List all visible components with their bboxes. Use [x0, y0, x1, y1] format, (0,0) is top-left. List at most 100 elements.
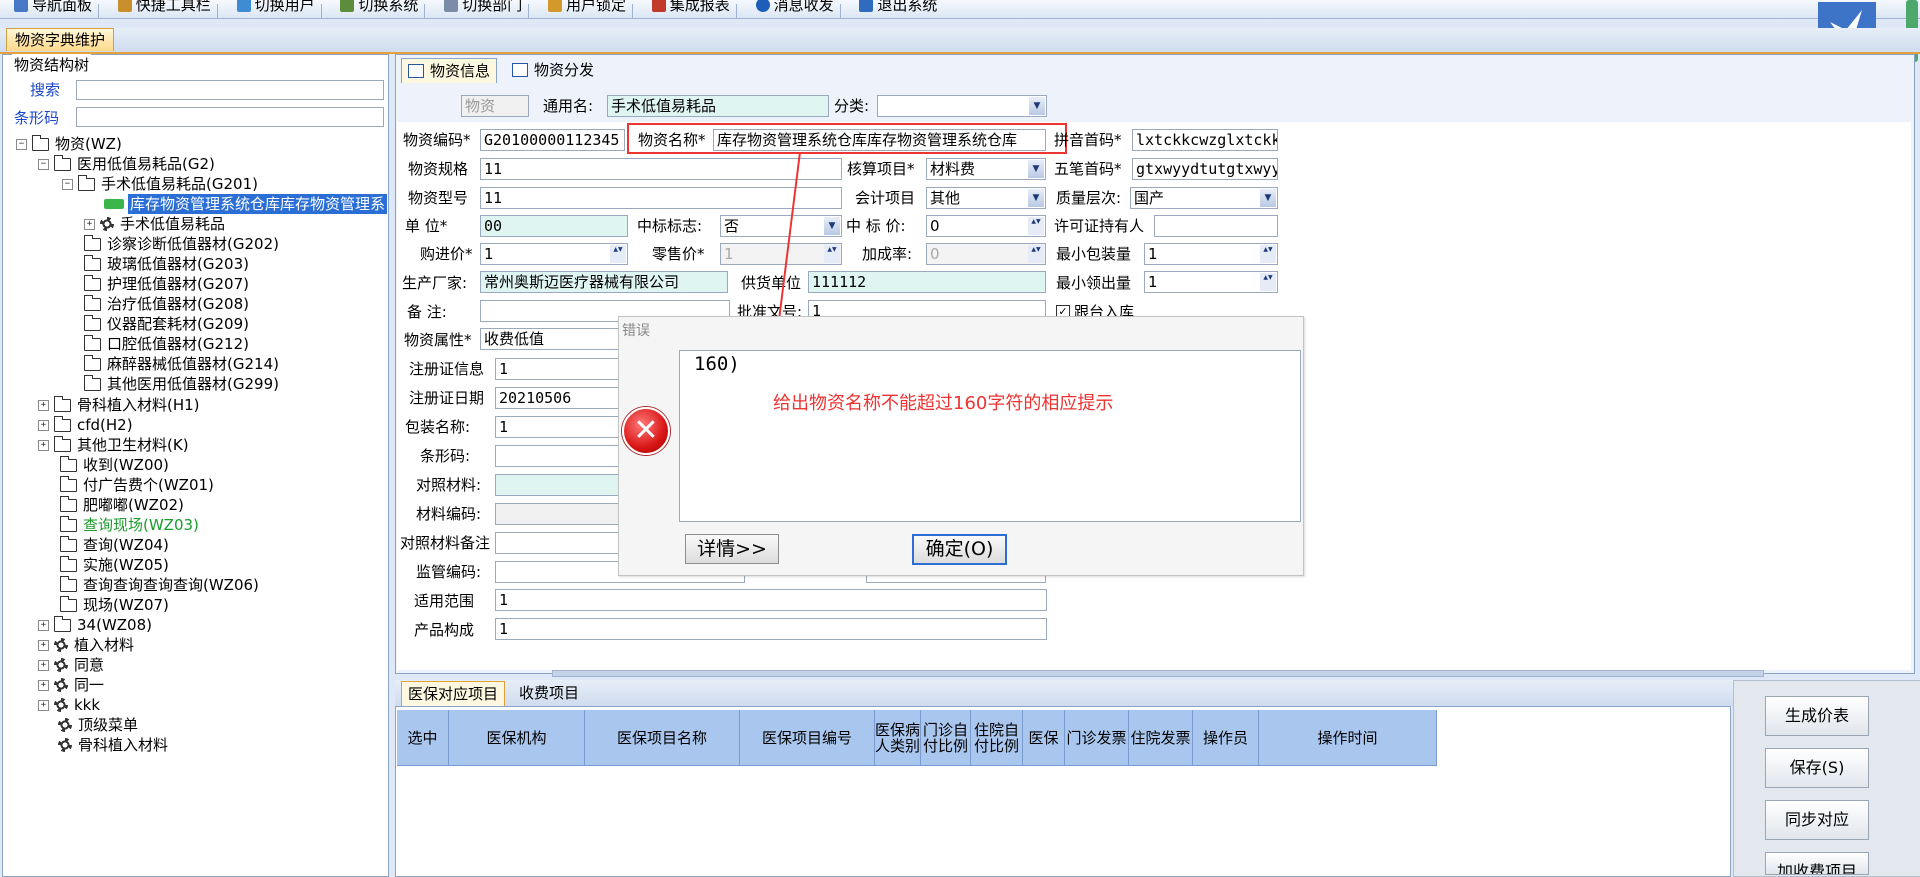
tree-node[interactable]: + 手术低值易耗品 [84, 214, 225, 234]
tab-material-info[interactable]: 物资信息 [401, 58, 498, 83]
tree-node[interactable]: 肥嘟嘟(WZ02) [60, 495, 184, 515]
pinyin-field[interactable]: lxtckkcwzglxtckkc [1132, 129, 1278, 151]
switch-system-button[interactable]: 切换系统 [340, 0, 418, 14]
tree-node[interactable]: + cfd(H2) [38, 415, 133, 435]
tree-node[interactable]: − 手术低值易耗品(G201) [62, 174, 258, 194]
tree-node[interactable]: 顶级菜单 [58, 715, 138, 735]
col-inpatient-ratio[interactable]: 住院自付比例 [971, 710, 1023, 765]
licensee-field[interactable] [1154, 215, 1278, 237]
purchase-spinner[interactable]: 1 [480, 243, 628, 265]
wubi-field[interactable]: gtxwyydtutgtxwyyd [1132, 158, 1278, 180]
tree-node[interactable]: − 医用低值易耗品(G2) [38, 154, 215, 174]
tab-insurance-items[interactable]: 医保对应项目 [401, 681, 506, 708]
compare-remark-field[interactable] [495, 532, 620, 554]
bid-price-spinner[interactable]: 0 [926, 215, 1046, 237]
tree-node[interactable]: + 同意 [38, 655, 104, 675]
tree-node[interactable]: + kkk [38, 695, 100, 715]
tree-node[interactable]: 收到(WZ00) [60, 455, 169, 475]
col-outpatient-invoice[interactable]: 门诊发票 [1065, 710, 1129, 765]
tree-search-input[interactable] [76, 80, 384, 100]
col-item-name[interactable]: 医保项目名称 [585, 710, 740, 765]
exit-button[interactable]: 退出系统 [859, 0, 937, 14]
reg-info-field[interactable]: 1 [495, 358, 620, 380]
col-select[interactable]: 选中 [397, 710, 449, 765]
tree-node[interactable]: + 植入材料 [38, 635, 134, 655]
ok-button[interactable]: 确定(O) [912, 534, 1007, 565]
tab-charge-items[interactable]: 收费项目 [513, 681, 585, 705]
compose-field[interactable]: 1 [495, 618, 1047, 640]
tree-node[interactable]: 骨科植入材料 [58, 735, 168, 755]
tree-node[interactable]: 口腔低值器材(G212) [84, 334, 249, 354]
tree-node[interactable]: 仪器配套耗材(G209) [84, 314, 249, 334]
maker-field[interactable]: 常州奥斯迈医疗器械有限公司 [480, 271, 728, 293]
code-field[interactable]: G20100000112345 [480, 129, 625, 151]
tree-node[interactable]: 护理低值器材(G207) [84, 274, 249, 294]
details-button[interactable]: 详情>> [685, 534, 779, 564]
tree-node[interactable]: 查询现场(WZ03) [60, 515, 199, 535]
model-label: 物资型号 [408, 189, 469, 207]
tree-node[interactable]: 现场(WZ07) [60, 595, 169, 615]
tree-node[interactable]: 治疗低值器材(G208) [84, 294, 249, 314]
switch-user-button[interactable]: 切换用户 [236, 0, 315, 14]
scope-field[interactable]: 1 [495, 589, 1047, 611]
nav-panel-button[interactable]: 导航面板 [14, 0, 92, 14]
report-button[interactable]: 集成报表 [651, 0, 730, 14]
tree-node[interactable]: 麻醉器械低值器材(G214) [84, 354, 279, 374]
folder-icon [84, 254, 101, 271]
col-insurance-org[interactable]: 医保机构 [449, 710, 585, 765]
tree-node[interactable]: + 骨科植入材料(H1) [38, 395, 200, 415]
gear-icon [58, 738, 72, 752]
generate-price-button[interactable]: 生成价表 [1765, 696, 1869, 736]
common-name-field[interactable]: 手术低值易耗品 [607, 95, 829, 117]
tree-node[interactable]: +34(WZ08) [38, 615, 152, 635]
col-outpatient-ratio[interactable]: 门诊自付比例 [921, 710, 971, 765]
supplier-field[interactable]: 111112 [808, 271, 1046, 293]
unit-field[interactable]: 00 [480, 215, 628, 237]
tree-node[interactable]: 付广告费个(WZ01) [60, 475, 214, 495]
tab-material-dictionary[interactable]: 物资字典维护 [6, 28, 115, 51]
panel-splitter[interactable] [552, 670, 1764, 677]
quick-tools-button[interactable]: 快捷工具栏 [117, 0, 211, 14]
min-pack-spinner[interactable]: 1 [1144, 243, 1278, 265]
user-lock-button[interactable]: 用户锁定 [547, 0, 626, 14]
barcode-field[interactable] [495, 445, 620, 467]
tree-node[interactable]: 其他医用低值器材(G299) [84, 374, 279, 394]
tree-barcode-input[interactable] [76, 107, 384, 127]
col-inpatient-invoice[interactable]: 住院发票 [1129, 710, 1193, 765]
col-insurance[interactable]: 医保 [1023, 710, 1065, 765]
min-get-spinner[interactable]: 1 [1144, 271, 1278, 293]
tree-node[interactable]: 实施(WZ05) [60, 555, 169, 575]
mat-code-field[interactable] [495, 503, 620, 525]
markup-spinner[interactable]: 0 [926, 243, 1046, 265]
acct-item-select[interactable]: 材料费 [926, 158, 1046, 180]
folder-icon [54, 395, 71, 412]
acct-item-label: 核算项目* [847, 160, 915, 178]
attr-field[interactable]: 收费低值 [480, 328, 620, 350]
reg-date-field[interactable]: 20210506 [495, 387, 620, 409]
tree-node[interactable]: + 同一 [38, 675, 104, 695]
acc-item-select[interactable]: 其他 [926, 187, 1046, 209]
tree-node[interactable]: 玻璃低值器材(G203) [84, 254, 249, 274]
switch-dept-button[interactable]: 切换部门 [444, 0, 522, 14]
save-button[interactable]: 保存(S) [1765, 748, 1869, 788]
pack-field[interactable]: 1 [495, 416, 620, 438]
col-operator[interactable]: 操作员 [1193, 710, 1259, 765]
tree-node[interactable]: 查询查询查询查询(WZ06) [60, 575, 259, 595]
tree-node[interactable]: + 其他卫生材料(K) [38, 435, 189, 455]
compare-label: 对照材料: [416, 476, 482, 494]
col-item-code[interactable]: 医保项目编号 [740, 710, 875, 765]
tree-node-selected[interactable]: 库存物资管理系统仓库库存物资管理系 [104, 194, 388, 214]
tree-node[interactable]: 诊察诊断低值器材(G202) [84, 234, 279, 254]
tree-node[interactable]: − 物资(WZ) [16, 134, 122, 154]
annotation-arrow [773, 151, 801, 336]
tree-node[interactable]: 查询(WZ04) [60, 535, 169, 555]
quality-select[interactable]: 国产 [1130, 187, 1278, 209]
add-charge-item-button[interactable]: 加收费项目 [1765, 852, 1869, 875]
tab-material-distribution[interactable]: 物资分发 [506, 58, 600, 82]
col-operate-time[interactable]: 操作时间 [1259, 710, 1437, 765]
sync-button[interactable]: 同步对应 [1765, 800, 1869, 840]
message-button[interactable]: 消息收发 [755, 0, 834, 14]
compare-field[interactable] [495, 474, 620, 496]
col-patient-type[interactable]: 医保病人类别 [875, 710, 921, 765]
category-select[interactable] [877, 95, 1047, 117]
